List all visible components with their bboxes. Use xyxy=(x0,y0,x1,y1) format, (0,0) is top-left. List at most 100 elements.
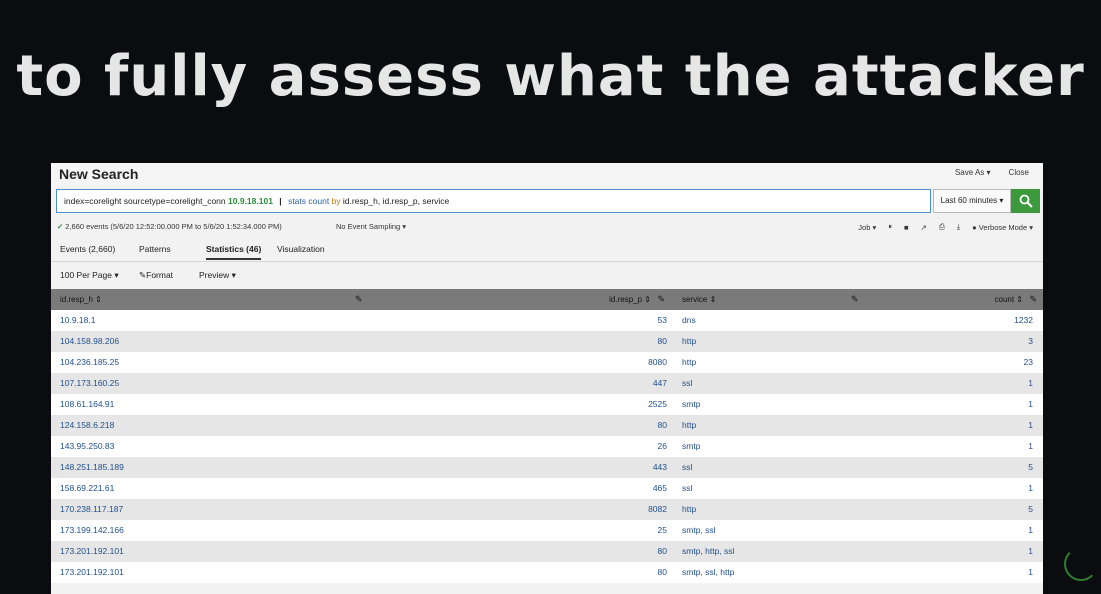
cell-resp-h[interactable]: 173.201.192.101 xyxy=(60,546,124,556)
cell-resp-p[interactable]: 80 xyxy=(658,336,667,346)
cell-count[interactable]: 1 xyxy=(1028,525,1033,535)
cell-service[interactable]: smtp, http, ssl xyxy=(682,546,734,556)
tab-visualization[interactable]: Visualization xyxy=(277,244,325,254)
cell-resp-p[interactable]: 8082 xyxy=(648,504,667,514)
close-button[interactable]: Close xyxy=(1009,168,1029,177)
cell-count[interactable]: 1 xyxy=(1028,546,1033,556)
cell-count[interactable]: 1 xyxy=(1028,567,1033,577)
events-summary: ✓ 2,660 events (5/6/20 12:52:00.000 PM to… xyxy=(57,222,282,231)
column-header-service[interactable]: service ⇕ xyxy=(682,295,716,304)
cell-resp-h[interactable]: 104.158.98.206 xyxy=(60,336,119,346)
cell-count[interactable]: 5 xyxy=(1028,462,1033,472)
cell-service[interactable]: smtp, ssl, http xyxy=(682,567,734,577)
cell-resp-h[interactable]: 124.158.6.218 xyxy=(60,420,114,430)
cell-resp-h[interactable]: 108.61.164.91 xyxy=(60,399,114,409)
edit-column-icon[interactable]: ✎ xyxy=(851,294,859,305)
cell-resp-p[interactable]: 25 xyxy=(658,525,667,535)
cell-count[interactable]: 1 xyxy=(1028,399,1033,409)
cell-resp-h[interactable]: 148.251.185.189 xyxy=(60,462,124,472)
save-as-button[interactable]: Save As ▾ xyxy=(955,168,991,177)
edit-column-icon[interactable]: ✎ xyxy=(657,294,665,305)
cell-resp-p[interactable]: 465 xyxy=(653,483,667,493)
cell-resp-p[interactable]: 2525 xyxy=(648,399,667,409)
cell-resp-h[interactable]: 173.199.142.166 xyxy=(60,525,124,535)
print-icon[interactable]: ⎙ xyxy=(939,222,945,232)
search-mode-dropdown[interactable]: ● Verbose Mode ▾ xyxy=(972,223,1033,232)
export-icon[interactable]: ⤓ xyxy=(957,222,960,232)
edit-column-icon[interactable]: ✎ xyxy=(355,294,363,305)
stop-icon[interactable]: ■ xyxy=(904,223,909,232)
cell-count[interactable]: 1 xyxy=(1028,441,1033,451)
query-field-1: id.resp_h, xyxy=(342,196,381,206)
cell-service[interactable]: http xyxy=(682,357,696,367)
cell-resp-h[interactable]: 158.69.221.61 xyxy=(60,483,114,493)
cell-count[interactable]: 1 xyxy=(1028,483,1033,493)
cell-service[interactable]: ssl xyxy=(682,483,692,493)
job-menu[interactable]: Job ▾ xyxy=(858,223,876,232)
tab-events[interactable]: Events (2,660) xyxy=(60,244,115,254)
cell-resp-h[interactable]: 104.236.185.25 xyxy=(60,357,119,367)
table-row: 173.201.192.101 80 smtp, ssl, http 1 xyxy=(51,562,1043,583)
cell-count[interactable]: 1 xyxy=(1028,420,1033,430)
table-row: 170.238.117.187 8082 http 5 xyxy=(51,499,1043,520)
table-row: 124.158.6.218 80 http 1 xyxy=(51,415,1043,436)
table-row: 104.236.185.25 8080 http 23 xyxy=(51,352,1043,373)
cell-count[interactable]: 3 xyxy=(1028,336,1033,346)
format-button[interactable]: ✎Format xyxy=(139,270,173,281)
cell-count[interactable]: 1232 xyxy=(1014,315,1033,325)
event-sampling-dropdown[interactable]: No Event Sampling ▾ xyxy=(336,222,406,231)
job-controls: Job ▾ ⏸ ■ ↗ ⎙ ⤓ ● Verbose Mode ▾ xyxy=(858,222,1033,232)
cell-service[interactable]: dns xyxy=(682,315,696,325)
query-function: count xyxy=(308,196,330,206)
cell-service[interactable]: http xyxy=(682,504,696,514)
video-caption: to fully assess what the attacker xyxy=(16,44,1085,109)
table-header: id.resp_h ⇕ ✎ id.resp_p ⇕ ✎ service ⇕ ✎ … xyxy=(51,289,1043,310)
search-row: index=corelight sourcetype=corelight_con… xyxy=(56,189,1040,215)
cell-resp-p[interactable]: 80 xyxy=(658,420,667,430)
cell-service[interactable]: ssl xyxy=(682,378,692,388)
cell-resp-h[interactable]: 10.9.18.1 xyxy=(60,315,95,325)
search-button[interactable] xyxy=(1011,189,1040,213)
cell-service[interactable]: smtp xyxy=(682,399,700,409)
preview-dropdown[interactable]: Preview ▾ xyxy=(199,270,236,281)
cell-resp-p[interactable]: 80 xyxy=(658,567,667,577)
cell-service[interactable]: http xyxy=(682,336,696,346)
edit-column-icon[interactable]: ✎ xyxy=(1029,294,1037,305)
cell-resp-p[interactable]: 447 xyxy=(653,378,667,388)
cell-service[interactable]: smtp, ssl xyxy=(682,525,716,535)
cell-count[interactable]: 5 xyxy=(1028,504,1033,514)
per-page-dropdown[interactable]: 100 Per Page ▾ xyxy=(60,270,119,281)
table-row: 143.95.250.83 26 smtp 1 xyxy=(51,436,1043,457)
results-tabs: Events (2,660) Patterns Statistics (46) … xyxy=(51,239,1043,262)
cell-service[interactable]: ssl xyxy=(682,462,692,472)
column-header-resp-p[interactable]: id.resp_p ⇕ xyxy=(609,295,651,304)
cell-resp-p[interactable]: 443 xyxy=(653,462,667,472)
table-row: 107.173.160.25 447 ssl 1 xyxy=(51,373,1043,394)
table-row: 158.69.221.61 465 ssl 1 xyxy=(51,478,1043,499)
cell-service[interactable]: http xyxy=(682,420,696,430)
share-icon[interactable]: ↗ xyxy=(921,223,927,232)
cell-resp-p[interactable]: 26 xyxy=(658,441,667,451)
cell-resp-h[interactable]: 143.95.250.83 xyxy=(60,441,114,451)
cell-resp-h[interactable]: 107.173.160.25 xyxy=(60,378,119,388)
tab-patterns[interactable]: Patterns xyxy=(139,244,171,254)
column-header-resp-h[interactable]: id.resp_h ⇕ xyxy=(60,295,102,304)
query-field-3: service xyxy=(422,196,450,206)
pause-icon[interactable]: ⏸ xyxy=(888,222,892,232)
cell-resp-h[interactable]: 170.238.117.187 xyxy=(60,504,123,514)
search-icon xyxy=(1019,194,1033,208)
tab-statistics[interactable]: Statistics (46) xyxy=(206,244,262,260)
cell-service[interactable]: smtp xyxy=(682,441,700,451)
search-input[interactable]: index=corelight sourcetype=corelight_con… xyxy=(56,189,931,213)
time-range-picker[interactable]: Last 60 minutes ▾ xyxy=(933,189,1011,213)
column-header-count[interactable]: count ⇕ xyxy=(995,295,1024,304)
cell-resp-p[interactable]: 80 xyxy=(658,546,667,556)
cell-count[interactable]: 23 xyxy=(1024,357,1033,367)
results-toolbar: 100 Per Page ▾ ✎Format Preview ▾ xyxy=(51,266,1043,286)
cell-count[interactable]: 1 xyxy=(1028,378,1033,388)
title-actions: Save As ▾ Close xyxy=(955,168,1029,177)
cell-resp-p[interactable]: 8080 xyxy=(648,357,667,367)
cell-resp-h[interactable]: 173.201.192.101 xyxy=(60,567,124,577)
loading-spinner-icon xyxy=(1064,547,1098,581)
cell-resp-p[interactable]: 53 xyxy=(658,315,667,325)
